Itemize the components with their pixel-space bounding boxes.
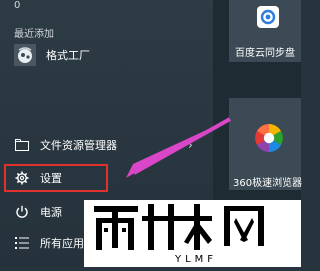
ylmf-watermark-logo: YLMF xyxy=(84,200,301,267)
svg-text:YLMF: YLMF xyxy=(174,254,217,265)
